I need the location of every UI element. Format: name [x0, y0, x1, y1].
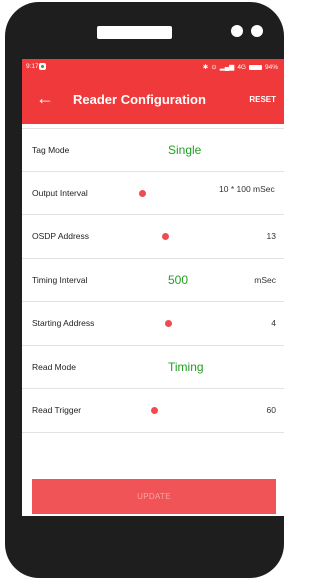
setting-label: Timing Interval: [32, 274, 88, 285]
reset-button[interactable]: RESET: [249, 95, 276, 104]
setting-label: OSDP Address: [32, 231, 90, 241]
setting-row-read-trigger[interactable]: Read Trigger 60: [22, 389, 284, 433]
app-screen: 9:17 ✱ ⊙ ▂▄▆ 4G 94% ← Reader Configurati…: [22, 59, 284, 516]
update-button[interactable]: UPDATE: [32, 479, 276, 514]
battery-icon: [248, 64, 262, 70]
setting-label: Output Interval: [32, 187, 88, 198]
setting-row-osdp-address[interactable]: OSDP Address 13: [22, 215, 284, 259]
setting-row-tag-mode[interactable]: Tag Mode Single: [22, 128, 284, 172]
setting-row-read-mode[interactable]: Read Mode Timing: [22, 346, 284, 389]
setting-row-timing-interval[interactable]: Timing Interval 500 mSec: [22, 259, 284, 302]
alarm-icon: ⊙: [211, 64, 217, 71]
settings-list: Tag Mode Single Output Interval 10 * 100…: [22, 124, 284, 433]
setting-label: Tag Mode: [32, 145, 70, 155]
starting-address-value: 4: [271, 318, 276, 328]
setting-label: Starting Address: [32, 318, 95, 328]
status-bar: 9:17 ✱ ⊙ ▂▄▆ 4G 94%: [22, 59, 284, 76]
phone-speaker: [97, 26, 172, 39]
battery-level: 94%: [264, 63, 278, 71]
output-interval-value: 10 * 100 mSec: [219, 183, 275, 194]
phone-frame: 9:17 ✱ ⊙ ▂▄▆ 4G 94% ← Reader Configurati…: [5, 2, 284, 578]
front-sensor: [251, 25, 263, 37]
osdp-address-value: 13: [266, 231, 276, 241]
notification-app-icon: [39, 63, 46, 70]
front-camera: [231, 25, 243, 37]
timing-interval-value[interactable]: 500: [168, 259, 188, 302]
output-interval-slider-thumb[interactable]: [139, 189, 146, 197]
status-time: 9:17: [26, 63, 39, 70]
setting-row-output-interval[interactable]: Output Interval 10 * 100 mSec: [22, 172, 284, 215]
arrow-left-icon[interactable]: ←: [36, 89, 54, 107]
setting-label: Read Mode: [32, 361, 76, 372]
status-icons: ✱ ⊙ ▂▄▆ 4G 94%: [202, 63, 278, 72]
timing-interval-unit: mSec: [254, 274, 276, 285]
page-title: Reader Configuration: [73, 92, 206, 107]
network-type: 4G: [237, 63, 246, 71]
osdp-address-slider-thumb[interactable]: [162, 233, 169, 240]
tag-mode-value[interactable]: Single: [168, 129, 201, 172]
app-bar: ← Reader Configuration RESET: [22, 76, 284, 124]
signal-icon: ▂▄▆: [219, 64, 235, 71]
starting-address-slider-thumb[interactable]: [165, 320, 172, 327]
setting-label: Read Trigger: [32, 405, 82, 415]
read-trigger-slider-thumb[interactable]: [151, 407, 158, 414]
bluetooth-icon: ✱: [202, 64, 209, 71]
read-trigger-value: 60: [266, 405, 276, 415]
read-mode-value[interactable]: Timing: [168, 346, 204, 389]
setting-row-starting-address[interactable]: Starting Address 4: [22, 302, 284, 346]
